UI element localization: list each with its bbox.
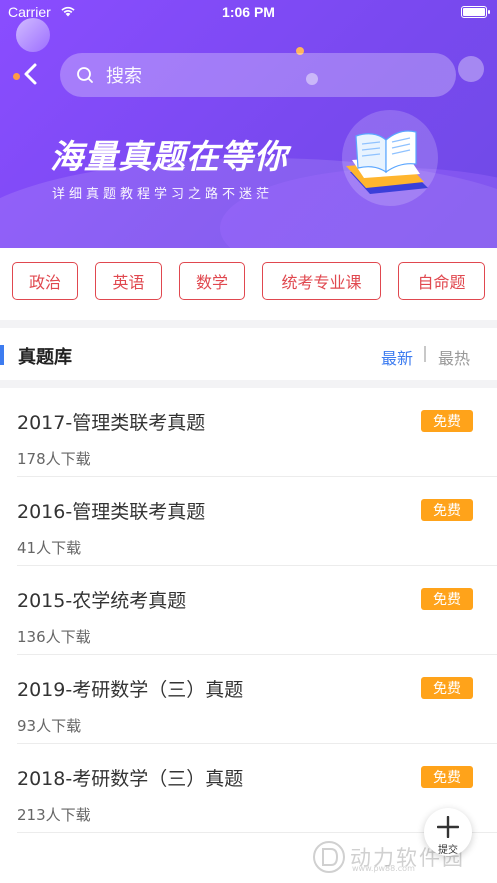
tab-hottest[interactable]: 最热 xyxy=(438,345,470,369)
paper-title: 2017-管理类联考真题 xyxy=(17,412,206,434)
paper-title: 2019-考研数学（三）真题 xyxy=(17,679,244,701)
search-icon xyxy=(77,67,93,83)
download-count: 41人下载 xyxy=(17,539,82,557)
category-english[interactable]: 英语 xyxy=(95,262,162,300)
tab-separator xyxy=(424,346,426,362)
free-badge: 免费 xyxy=(421,410,473,432)
battery-icon xyxy=(461,6,490,18)
download-count: 178人下载 xyxy=(17,450,91,468)
paper-title: 2015-农学统考真题 xyxy=(17,590,187,612)
free-badge: 免费 xyxy=(421,766,473,788)
free-badge: 免费 xyxy=(421,499,473,521)
category-unified-major[interactable]: 统考专业课 xyxy=(262,262,381,300)
download-count: 136人下载 xyxy=(17,628,91,646)
section-accent-bar xyxy=(0,345,4,365)
submit-label: 提交 xyxy=(438,845,458,856)
list-item[interactable]: 2016-管理类联考真题 41人下载 免费 xyxy=(17,477,497,566)
paper-title: 2016-管理类联考真题 xyxy=(17,501,206,523)
category-bar: 政治 英语 数学 统考专业课 自命题 xyxy=(0,248,497,320)
search-bar[interactable]: 搜索 xyxy=(60,53,456,97)
paper-title: 2018-考研数学（三）真题 xyxy=(17,768,244,790)
list-item[interactable]: 2019-考研数学（三）真题 93人下载 免费 xyxy=(17,655,497,744)
section-title: 真题库 xyxy=(18,347,72,368)
section-header: 真题库 最新 最热 xyxy=(0,328,497,380)
status-bar: Carrier 1:06 PM xyxy=(0,0,497,24)
submit-fab-button[interactable]: 提交 xyxy=(424,808,472,856)
download-count: 93人下载 xyxy=(17,717,82,735)
free-badge: 免费 xyxy=(421,588,473,610)
section-divider xyxy=(0,320,497,328)
tab-latest[interactable]: 最新 xyxy=(381,345,413,369)
download-count: 213人下载 xyxy=(17,806,91,824)
section-divider xyxy=(0,380,497,388)
watermark-url: www.pw88.com xyxy=(352,864,415,873)
open-book-illustration xyxy=(342,110,438,206)
category-math[interactable]: 数学 xyxy=(179,262,245,300)
list-item[interactable]: 2017-管理类联考真题 178人下载 免费 xyxy=(17,388,497,477)
banner-subtitle: 详细真题教程学习之路不迷茫 xyxy=(52,187,274,202)
category-politics[interactable]: 政治 xyxy=(12,262,78,300)
decorative-bubble xyxy=(458,56,484,82)
header-banner: Carrier 1:06 PM 搜索 海量真题在等你 详细真题教程学习之路不迷茫 xyxy=(0,0,497,248)
watermark-logo-icon xyxy=(313,841,345,873)
paper-list: 2017-管理类联考真题 178人下载 免费 2016-管理类联考真题 41人下… xyxy=(0,388,497,833)
search-placeholder: 搜索 xyxy=(106,66,142,87)
free-badge: 免费 xyxy=(421,677,473,699)
list-item[interactable]: 2018-考研数学（三）真题 213人下载 免费 xyxy=(17,744,497,833)
back-arrow-icon[interactable] xyxy=(18,60,46,88)
banner-title: 海量真题在等你 xyxy=(50,137,288,176)
category-self-proposed[interactable]: 自命题 xyxy=(398,262,485,300)
list-item[interactable]: 2015-农学统考真题 136人下载 免费 xyxy=(17,566,497,655)
plus-icon xyxy=(437,816,459,838)
status-time: 1:06 PM xyxy=(222,4,275,20)
